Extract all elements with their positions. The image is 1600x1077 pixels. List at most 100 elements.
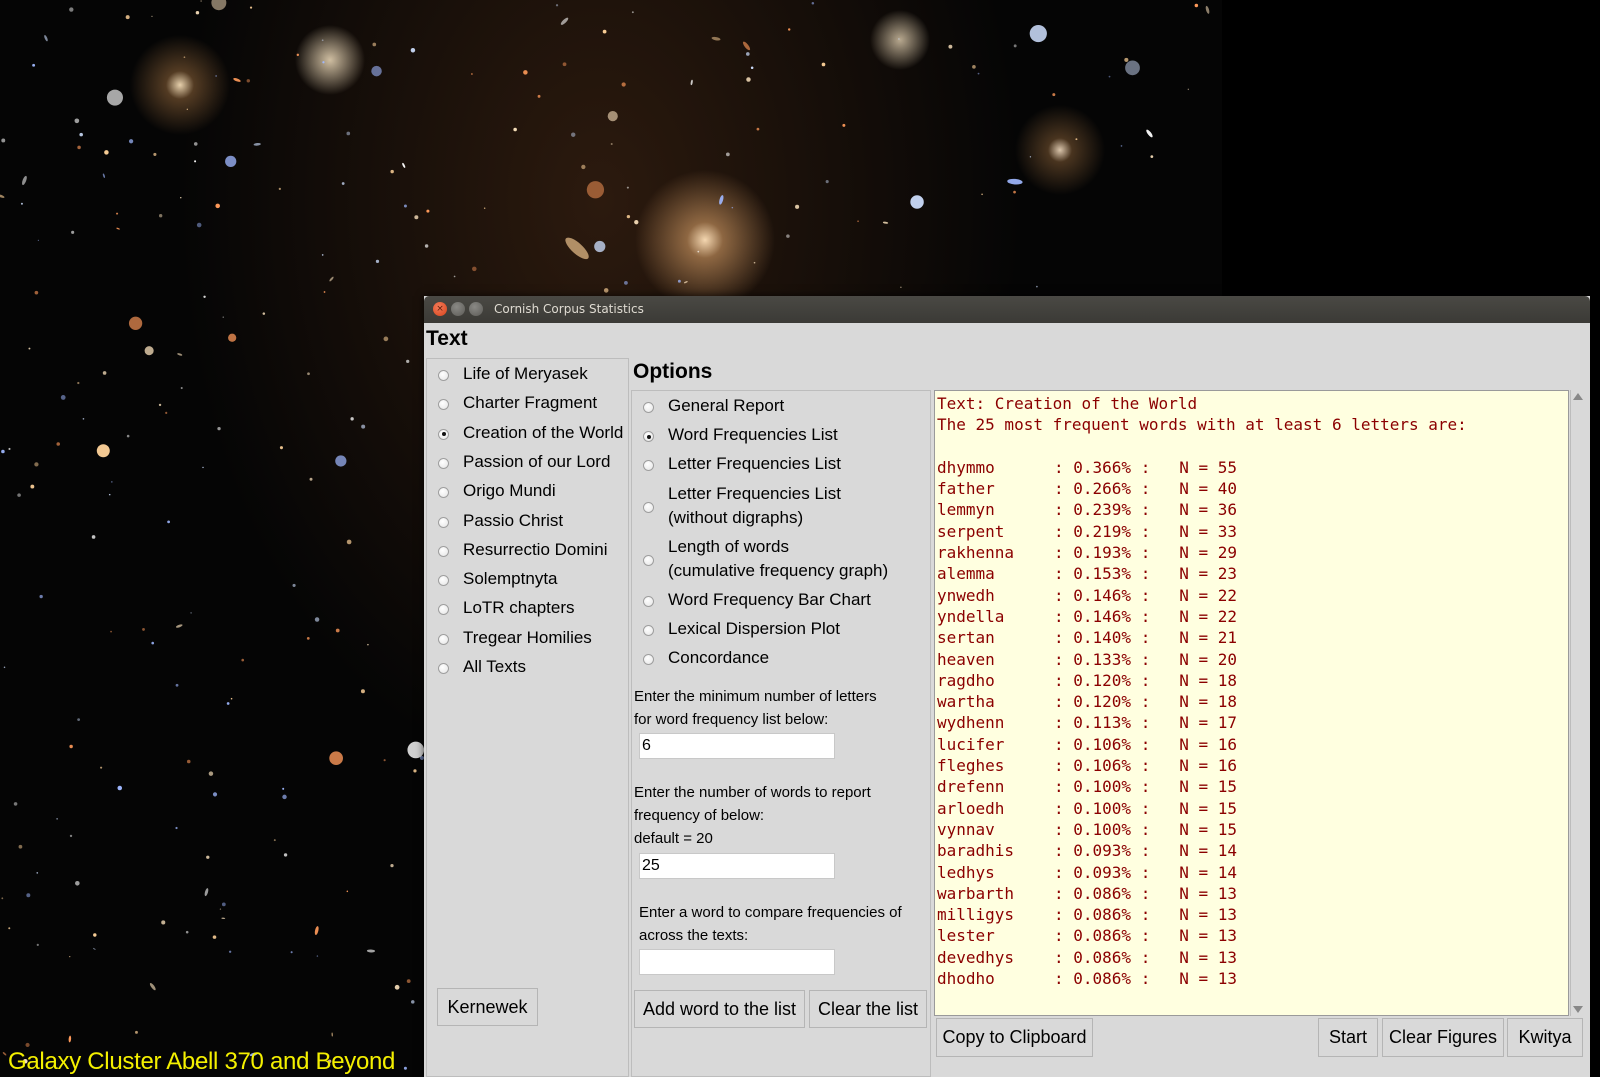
galaxy-dot [77,381,80,385]
scroll-up-icon[interactable] [1573,393,1583,400]
radio-icon[interactable] [438,633,449,645]
kwitya-button[interactable]: Kwitya [1507,1018,1583,1057]
text-option[interactable]: Charter Fragment [427,391,597,415]
compare-word-input[interactable] [639,949,835,975]
radio-icon[interactable] [438,663,449,674]
galaxy-dot [93,933,97,937]
kernewek-button[interactable]: Kernewek [437,988,538,1026]
radio-icon[interactable] [438,428,449,440]
text-option[interactable]: Life of Meryasek [427,362,588,386]
galaxy-dot [221,902,226,907]
galaxy-dot [228,950,232,953]
report-option[interactable]: Concordance [632,646,769,670]
separator: : [1054,479,1074,499]
close-icon[interactable]: × [433,302,447,316]
radio-icon[interactable] [643,460,654,471]
separator: : N = [1131,457,1218,477]
text-option[interactable]: Solemptnyta [427,567,558,591]
report-option[interactable]: Word Frequency Bar Chart [632,588,871,612]
report-option[interactable]: Letter Frequencies List (without digraph… [632,482,841,530]
report-option[interactable]: Lexical Dispersion Plot [632,617,840,641]
radio-icon[interactable] [643,402,654,413]
option-label: LoTR chapters [463,598,575,618]
galaxy-dot [346,131,351,136]
galaxy-dot [96,444,110,458]
radio-icon[interactable] [643,555,654,566]
radio-icon[interactable] [438,487,449,499]
report-option[interactable]: General Report [632,394,784,418]
minimize-icon[interactable] [451,302,465,316]
output-scrollbar[interactable] [1570,390,1584,1016]
radio-icon[interactable] [438,457,449,469]
report-option[interactable]: Length of words (cumulative frequency gr… [632,535,888,583]
separator: : [1054,606,1074,626]
galaxy-dot [116,212,119,215]
text-option[interactable]: Tregear Homilies [427,626,592,650]
clear-figures-button[interactable]: Clear Figures [1382,1018,1504,1057]
radio-icon[interactable] [643,596,654,607]
percent: 0.153% [1073,564,1132,584]
frequency-row: fleghes: 0.106% : N = 16 [937,755,1566,776]
separator: : [1054,777,1074,797]
radio-icon[interactable] [438,516,449,528]
separator: : [1054,926,1074,946]
galaxy-dot [18,844,23,849]
maximize-icon[interactable] [469,302,483,316]
title-bar[interactable]: × Cornish Corpus Statistics [424,296,1590,323]
galaxy-dot [1013,44,1017,48]
option-label: Letter Frequencies List (without digraph… [668,484,841,527]
galaxy-dot [560,17,569,25]
scroll-down-icon[interactable] [1573,1006,1583,1013]
radio-icon[interactable] [643,625,654,636]
galaxy-dot [882,221,889,224]
add-word-button[interactable]: Add word to the list [634,990,805,1028]
galaxy-dot [795,204,800,209]
radio-icon[interactable] [643,431,654,442]
galaxy-dot [153,152,157,156]
text-option[interactable]: Resurrectio Domini [427,538,608,562]
radio-icon[interactable] [438,399,449,411]
radio-icon[interactable] [438,575,449,587]
galaxy-dot [360,689,365,694]
clear-list-button[interactable]: Clear the list [809,990,927,1028]
radio-icon[interactable] [643,502,654,513]
text-option[interactable]: Origo Mundi [427,479,556,503]
galaxy-dot [208,771,214,776]
text-option[interactable]: All Texts [427,655,526,679]
radio-icon[interactable] [438,604,449,616]
text-option[interactable]: LoTR chapters [427,596,575,620]
galaxy-dot [331,1032,333,1037]
copy-to-clipboard-button[interactable]: Copy to Clipboard [936,1018,1093,1057]
radio-icon[interactable] [438,370,449,381]
galaxy-dot [634,220,639,225]
galaxy-dot [786,234,790,238]
count: 13 [1217,969,1238,989]
min-letters-input[interactable]: 6 [639,733,835,759]
count: 16 [1217,756,1238,776]
report-option[interactable]: Letter Frequencies List [632,452,841,476]
galaxy-dot [221,917,226,920]
galaxy-dot [610,142,613,146]
radio-icon[interactable] [643,654,654,665]
galaxy-dot [742,41,751,51]
radio-icon[interactable] [438,545,449,557]
galaxy-dot [366,949,376,953]
galaxy-dot [314,926,319,936]
galaxy-dot [91,535,96,539]
galaxy-dot [217,427,221,431]
text-option[interactable]: Creation of the World [427,421,623,445]
report-option[interactable]: Word Frequencies List [632,423,838,447]
percent: 0.086% [1073,969,1132,989]
galaxy-dot [69,955,71,958]
num-words-input[interactable]: 25 [639,853,835,879]
separator: : N = [1131,585,1218,605]
galaxy-dot [410,47,416,53]
count: 33 [1217,521,1238,541]
galaxy-dot [402,162,406,168]
start-button[interactable]: Start [1318,1018,1378,1057]
results-output[interactable]: Text: Creation of the World The 25 most f… [934,390,1569,1016]
galaxy-dot [361,424,366,429]
text-option[interactable]: Passio Christ [427,509,563,533]
output-blank-line [937,436,1566,457]
text-option[interactable]: Passion of our Lord [427,450,610,474]
